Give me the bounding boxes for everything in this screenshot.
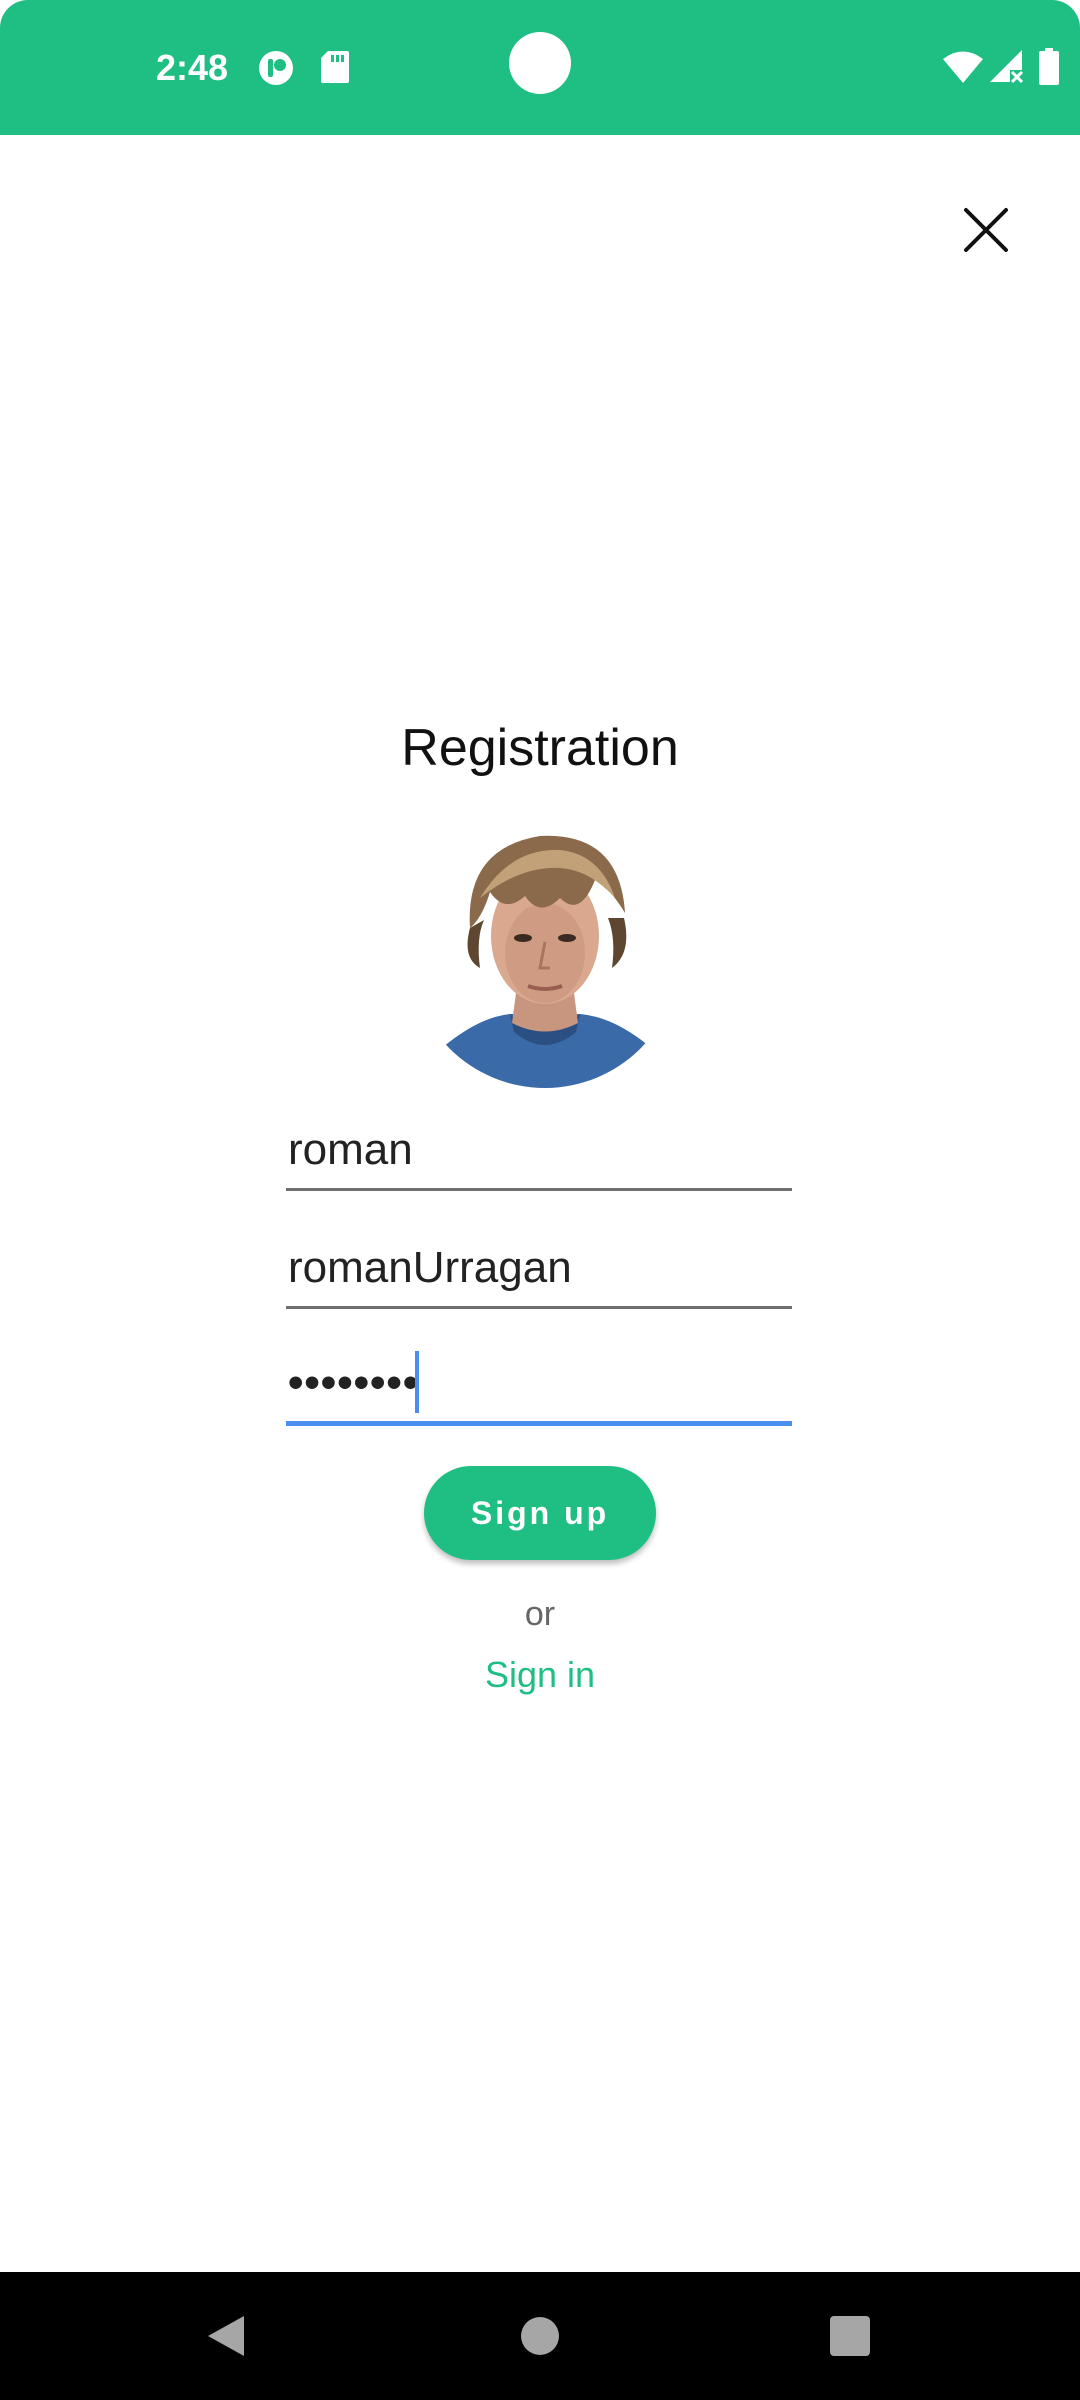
sign-up-button[interactable]: Sign up [424,1466,656,1560]
profile-photo [410,818,680,1088]
password-field-value: •••••••• [288,1358,420,1407]
status-time: 2:48 [156,47,229,88]
close-icon [964,208,1008,252]
sign-in-link[interactable]: Sign in [440,1650,640,1700]
close-button[interactable] [952,196,1020,264]
home-circle-icon [521,2317,559,2355]
registration-screen: 2:48 Registration roman romanUrragan •••… [0,0,1080,2400]
app-indicator-icon [258,50,294,91]
avatar[interactable] [410,818,680,1088]
camera-cutout [509,32,571,94]
name-field[interactable]: roman [286,1117,792,1191]
text-cursor [415,1351,419,1413]
or-separator: or [524,1595,556,1633]
status-bar: 2:48 [0,0,1080,135]
battery-icon [1038,48,1060,91]
home-button[interactable] [470,2272,610,2400]
username-field-value: romanUrragan [288,1243,572,1292]
signal-no-service-icon [988,48,1024,89]
sign-up-label: Sign up [470,1494,610,1531]
username-field[interactable]: romanUrragan [286,1235,792,1309]
password-field[interactable]: •••••••• [286,1351,792,1426]
recents-button[interactable] [780,2272,920,2400]
navigation-bar [0,2272,1080,2400]
recents-square-icon [830,2316,870,2356]
wifi-icon [942,50,984,89]
sd-card-icon [320,50,350,89]
name-field-value: roman [288,1125,413,1174]
back-triangle-icon [208,2316,244,2356]
page-title: Registration [401,719,679,777]
back-button[interactable] [156,2272,296,2400]
